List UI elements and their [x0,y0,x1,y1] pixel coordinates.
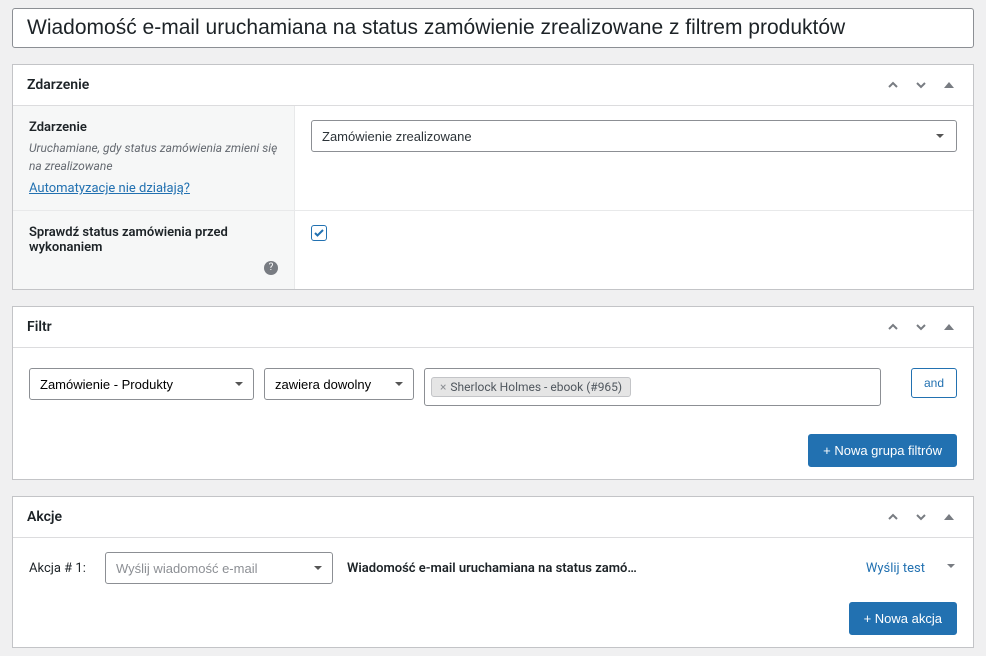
move-down-icon[interactable] [911,507,931,527]
new-filter-group-button[interactable]: + Nowa grupa filtrów [808,434,957,467]
filter-tag-label: Sherlock Holmes - ebook (#965) [450,380,622,394]
move-up-icon[interactable] [883,75,903,95]
filter-panel: Filtr Zamówienie - Produkty zawiera dowo… [12,306,974,480]
and-button[interactable]: and [911,368,957,398]
panel-header: Zdarzenie [13,65,973,106]
filter-rule-row: Zamówienie - Produkty zawiera dowolny × … [29,368,957,406]
help-icon[interactable]: ? [264,261,278,275]
action-row: Akcja # 1: Wyślij wiadomość e-mail Wiado… [29,552,957,584]
filter-tag: × Sherlock Holmes - ebook (#965) [431,377,631,397]
collapse-icon[interactable] [939,317,959,337]
help-link[interactable]: Automatyzacje nie działają? [29,181,190,196]
action-collapse-icon[interactable] [945,560,957,576]
action-index-label: Akcja # 1: [29,561,91,576]
event-select[interactable]: Zamówienie zrealizowane [311,120,957,152]
filter-operator-select[interactable]: zawiera dowolny [264,368,414,400]
panel-title: Akcje [27,509,62,525]
remove-tag-icon[interactable]: × [440,380,446,394]
panel-title: Zdarzenie [27,77,89,93]
move-down-icon[interactable] [911,75,931,95]
filter-field-select[interactable]: Zamówienie - Produkty [29,368,254,400]
collapse-icon[interactable] [939,75,959,95]
check-status-label: Sprawdź status zamówienia przed wykonani… [29,225,278,255]
actions-panel: Akcje Akcja # 1: Wyślij wiadomość e-mail… [12,496,974,648]
panel-title: Filtr [27,319,52,335]
event-trigger-row: Zdarzenie Uruchamiane, gdy status zamówi… [13,106,973,211]
move-up-icon[interactable] [883,507,903,527]
event-description: Uruchamiane, gdy status zamówienia zmien… [29,139,278,175]
panel-header: Akcje [13,497,973,538]
send-test-link[interactable]: Wyślij test [866,561,925,576]
check-status-checkbox[interactable] [311,225,327,241]
move-down-icon[interactable] [911,317,931,337]
collapse-icon[interactable] [939,507,959,527]
new-action-button[interactable]: + Nowa akcja [849,602,957,635]
action-summary: Wiadomość e-mail uruchamiana na status z… [347,561,852,576]
move-up-icon[interactable] [883,317,903,337]
panel-header: Filtr [13,307,973,348]
filter-value-input[interactable]: × Sherlock Holmes - ebook (#965) [424,368,881,406]
event-label: Zdarzenie [29,120,278,135]
automation-title-input[interactable] [12,8,974,48]
check-status-row: Sprawdź status zamówienia przed wykonani… [13,211,973,289]
action-type-select[interactable]: Wyślij wiadomość e-mail [105,552,333,584]
event-panel: Zdarzenie Zdarzenie Uruchamiane, gdy sta… [12,64,974,290]
